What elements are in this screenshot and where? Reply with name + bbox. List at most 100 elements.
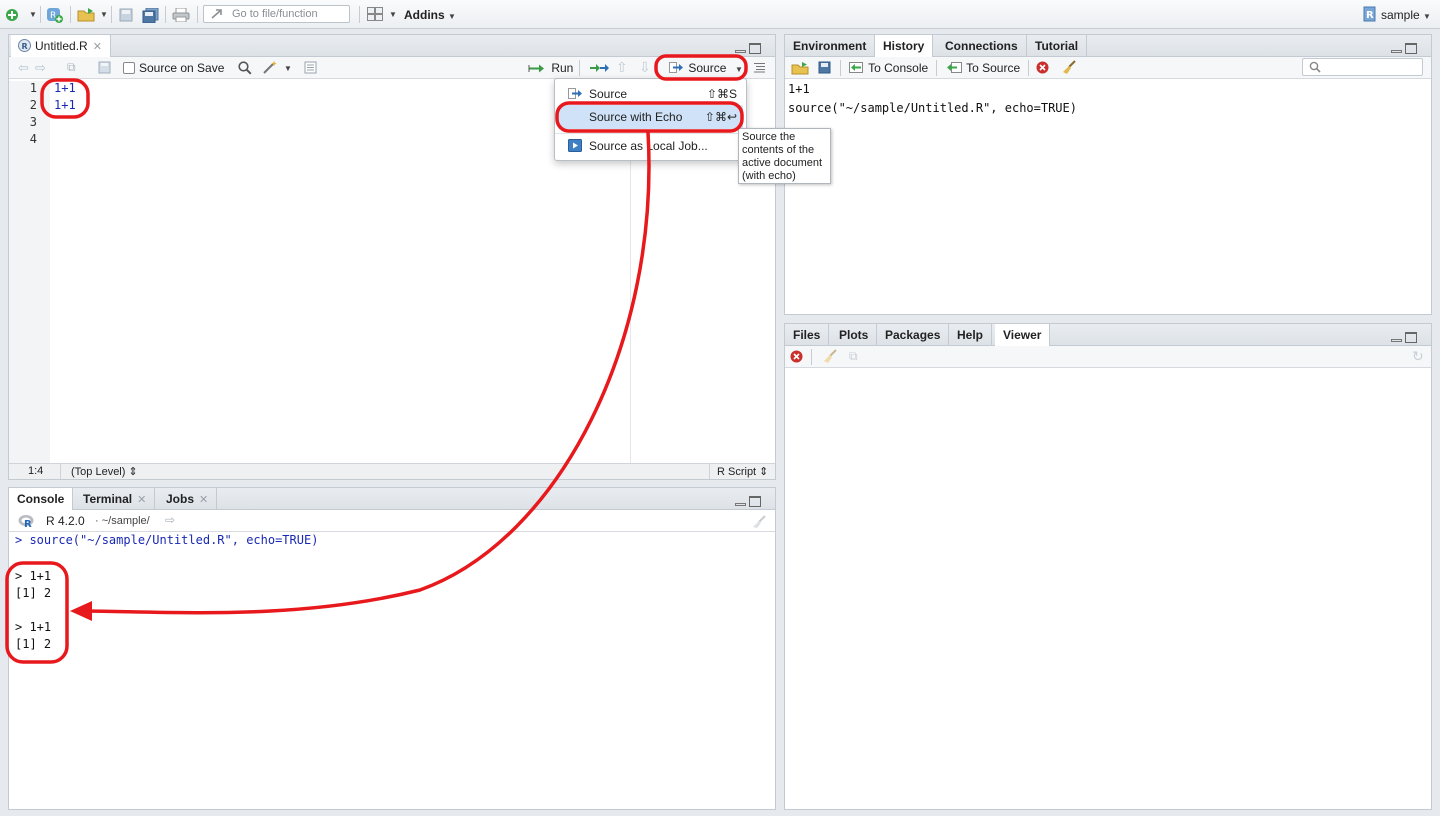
console-output[interactable]: > source("~/sample/Untitled.R", echo=TRU… [9,533,775,809]
tab-environment[interactable]: Environment [785,35,876,57]
menu-item-source-as-local-job[interactable]: Source as Local Job... [558,134,743,158]
source-dropdown-menu: Source ⇧⌘S Source with Echo ⇧⌘↩ Source a… [554,78,747,161]
tab-plots[interactable]: Plots [831,324,878,346]
save-history-icon[interactable] [818,61,831,74]
rerun-icon[interactable] [588,62,610,74]
editor-toolbar: ⇦ ⇨ ⧉ Source on Save ▼ Run ⇧ ⇩ Source ▼ [9,57,775,79]
close-icon[interactable]: ✕ [137,494,146,506]
magic-wand-icon[interactable] [262,60,278,75]
tab-untitled-r[interactable]: R Untitled.R ✕ [11,35,111,58]
source-on-save-checkbox[interactable]: Source on Save [123,61,224,75]
chevron-down-icon[interactable]: ▼ [389,10,397,19]
document-outline-icon[interactable] [304,61,317,74]
chevron-down-icon[interactable]: ▼ [29,10,37,19]
menu-item-source[interactable]: Source ⇧⌘S [558,82,743,106]
new-project-icon[interactable]: R [46,6,64,24]
load-history-icon[interactable] [791,61,811,75]
tab-history[interactable]: History [875,35,934,58]
minimize-maximize-icon[interactable] [1391,332,1417,344]
tab-console[interactable]: Console [9,488,74,511]
menu-item-source-with-echo[interactable]: Source with Echo ⇧⌘↩ [558,105,743,129]
outline-list-icon[interactable] [753,62,766,73]
forward-arrow-icon[interactable]: ⇨ [35,60,46,76]
console-command: > source("~/sample/Untitled.R", echo=TRU… [15,533,319,547]
r-logo-icon: R [18,515,34,528]
clear-console-broom-icon[interactable] [751,515,767,528]
project-menu[interactable]: sample ▼ [1381,8,1431,22]
grid-layout-icon[interactable] [366,6,384,22]
history-list[interactable]: 1+1 source("~/sample/Untitled.R", echo=T… [785,80,1431,314]
print-icon[interactable] [172,7,190,23]
close-icon[interactable]: ✕ [93,41,102,53]
to-console-icon [849,62,863,73]
save-icon[interactable] [98,61,111,74]
history-item[interactable]: 1+1 [788,82,810,96]
chevron-down-icon[interactable]: ▼ [100,10,108,19]
save-icon[interactable] [118,7,134,23]
chevron-down-icon[interactable]: ▼ [284,64,292,73]
svg-text:R: R [22,42,28,51]
remove-viewer-icon[interactable] [790,350,803,363]
minimize-maximize-icon[interactable] [1391,43,1417,55]
code-line: 1+1 [54,81,76,95]
show-in-window-icon[interactable]: ⧉ [67,60,76,75]
go-to-file-input[interactable]: Go to file/function [203,5,350,23]
open-folder-icon[interactable] [77,6,97,24]
up-arrow-icon[interactable]: ⇧ [616,59,628,76]
to-source-button[interactable]: To Source [945,61,1020,75]
cursor-position: 1:4 [28,465,44,477]
down-arrow-icon[interactable]: ⇩ [639,59,651,76]
run-arrow-icon [528,64,544,73]
tab-files[interactable]: Files [785,324,830,346]
editor-gutter: 1 2 3 4 [9,81,50,463]
console-line: [1] 2 [15,637,52,651]
search-icon[interactable] [238,61,252,75]
line-number: 2 [29,98,37,112]
tab-connections[interactable]: Connections [937,35,1027,57]
source-arrow-icon [669,62,683,73]
go-to-file-placeholder: Go to file/function [232,8,318,20]
refresh-icon[interactable]: ↻ [1412,348,1424,365]
tab-terminal[interactable]: Terminal ✕ [75,488,156,510]
run-button[interactable]: Run [528,61,573,75]
tab-tutorial[interactable]: Tutorial [1027,35,1088,57]
back-arrow-icon[interactable]: ⇦ [18,60,29,76]
run-label: Run [551,61,574,75]
minimize-maximize-icon[interactable] [735,43,761,55]
addins-menu[interactable]: Addins ▼ [404,8,456,22]
viewer-pane: Files Plots Packages Help Viewer ⧉ ↻ [784,323,1432,810]
tab-label: Plots [839,328,869,342]
save-all-icon[interactable] [141,7,159,23]
tab-label: Viewer [1003,328,1042,342]
minimize-maximize-icon[interactable] [735,496,761,508]
console-header: R R 4.2.0 · ~/sample/ ⇨ [9,510,775,532]
arrow-right-icon [211,9,222,19]
file-type-selector[interactable]: R Script ⇕ [717,465,768,478]
line-number: 4 [29,132,37,146]
clear-viewer-broom-icon[interactable] [822,349,838,364]
project-name: sample [1381,8,1420,22]
tab-label: Tutorial [1035,39,1079,53]
tab-help[interactable]: Help [949,324,993,346]
new-file-icon[interactable] [4,7,20,23]
scope-label: (Top Level) [71,466,126,478]
source-arrow-icon [568,88,582,99]
close-icon[interactable]: ✕ [199,494,208,506]
clear-history-broom-icon[interactable] [1061,60,1077,75]
chevron-down-icon[interactable]: ▼ [735,65,743,74]
tab-label: Untitled.R [35,39,88,53]
delete-entry-icon[interactable] [1036,61,1049,74]
to-console-button[interactable]: To Console [849,61,928,75]
menu-item-label: Source as Local Job... [589,139,708,153]
history-item[interactable]: source("~/sample/Untitled.R", echo=TRUE) [788,101,1077,115]
tab-label: Jobs [166,492,195,506]
tab-jobs[interactable]: Jobs ✕ [158,488,218,510]
show-in-window-icon[interactable]: ⧉ [849,349,858,364]
go-to-directory-icon[interactable]: ⇨ [165,513,175,527]
tab-packages[interactable]: Packages [877,324,950,346]
history-toolbar: To Console To Source [785,57,1431,79]
history-search-input[interactable] [1302,58,1423,76]
source-button[interactable]: Source [669,61,726,75]
tab-viewer[interactable]: Viewer [995,324,1051,347]
scope-selector[interactable]: (Top Level) ⇕ [71,465,138,478]
